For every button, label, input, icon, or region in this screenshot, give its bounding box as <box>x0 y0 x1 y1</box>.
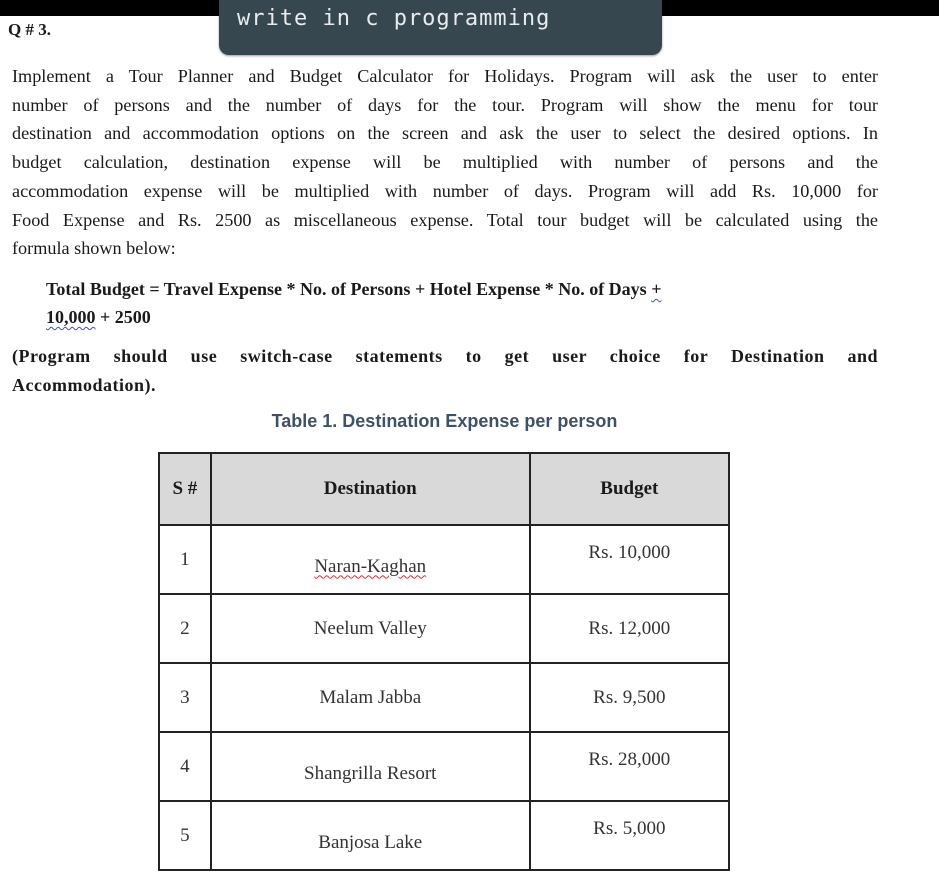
paragraph-line: Food Expense and Rs. 2500 as miscellaneo… <box>12 209 878 230</box>
sticky-note-text: write in c programming <box>237 6 551 31</box>
cell-sn: 4 <box>158 731 212 802</box>
cell-sn: 2 <box>158 593 212 664</box>
header-budget: Budget <box>528 452 731 526</box>
table-row: 1 Naran-Kaghan Rs. 10,000 <box>158 524 731 595</box>
question-label: Q # 3. <box>8 20 51 39</box>
paragraph-line: formula shown below: <box>12 238 176 259</box>
cell-budget: Rs. 9,500 <box>528 662 731 733</box>
cell-destination: Malam Jabba <box>209 662 531 733</box>
budget-formula: Total Budget = Travel Expense * No. of P… <box>46 275 661 331</box>
table-row: 5 Banjosa Lake Rs. 5,000 <box>158 800 731 871</box>
destination-table: S # Destination Budget 1 Naran-Kaghan Rs… <box>158 452 731 871</box>
table-row: 4 Shangrilla Resort Rs. 28,000 <box>158 731 731 802</box>
header-sn: S # <box>158 452 212 526</box>
table-caption: Table 1. Destination Expense per person <box>271 411 618 431</box>
sticky-note: write in c programming <box>219 0 662 55</box>
table-row: 2 Neelum Valley Rs. 12,000 <box>158 593 731 664</box>
table-header-row: S # Destination Budget <box>158 452 731 526</box>
formula-line-1: Total Budget = Travel Expense * No. of P… <box>46 279 662 299</box>
cell-budget: Rs. 12,000 <box>528 593 731 664</box>
paragraph-line: destination and accommodation options on… <box>12 123 878 144</box>
cell-budget: Rs. 5,000 <box>528 800 731 871</box>
header-destination: Destination <box>209 452 531 526</box>
switch-case-note: (Program should use switch-case statemen… <box>12 346 878 395</box>
cell-destination: Neelum Valley <box>209 593 531 664</box>
paragraph-line: budget calculation, destination expense … <box>12 152 878 173</box>
cell-destination: Shangrilla Resort <box>209 731 531 802</box>
formula-line-2: 10,000 + 2500 <box>46 307 151 327</box>
cell-budget: Rs. 28,000 <box>528 731 731 802</box>
table-row: 3 Malam Jabba Rs. 9,500 <box>158 662 731 733</box>
cell-sn: 5 <box>158 800 212 871</box>
paragraph-line: number of persons and the number of days… <box>12 94 878 115</box>
cell-destination: Banjosa Lake <box>209 800 531 871</box>
question-paragraph: Implement a Tour Planner and Budget Calc… <box>12 62 878 263</box>
cell-destination: Naran-Kaghan <box>209 524 531 595</box>
cell-sn: 3 <box>158 662 212 733</box>
cell-sn: 1 <box>158 524 212 595</box>
paragraph-line: accommodation expense will be multiplied… <box>12 180 878 201</box>
cell-budget: Rs. 10,000 <box>528 524 731 595</box>
paragraph-line: Implement a Tour Planner and Budget Calc… <box>12 66 878 86</box>
